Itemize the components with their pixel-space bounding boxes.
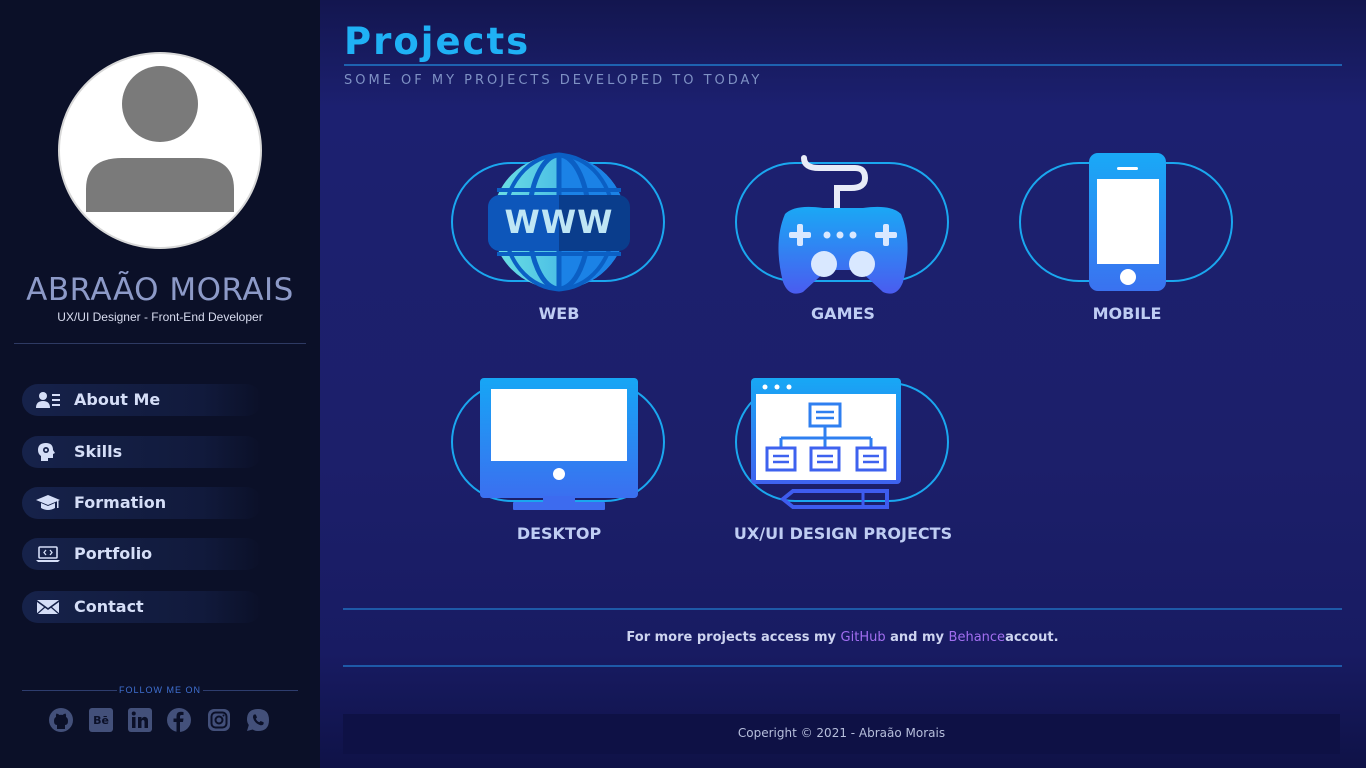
instagram-link[interactable] [206,707,232,733]
linkedin-icon [128,708,152,732]
facebook-icon [167,708,191,732]
gamepad-icon [778,155,908,294]
behance-link[interactable]: Bē [88,707,114,733]
card-label: MOBILE [1092,304,1162,323]
project-card-desktop[interactable]: DESKTOP [439,372,679,552]
smartphone-icon [1089,153,1166,291]
social-links: Bē [48,707,278,735]
card-label: UX/UI DESIGN PROJECTS [733,524,953,543]
laptop-code-icon [36,546,60,562]
page-subtitle: SOME OF MY PROJECTS DEVELOPED TO TODAY [344,73,763,88]
facebook-link[interactable] [166,707,192,733]
github-link[interactable] [48,707,74,733]
project-card-mobile[interactable]: MOBILE [1007,152,1247,332]
linkedin-link[interactable] [127,707,153,733]
main-content: Projects SOME OF MY PROJECTS DEVELOPED T… [320,0,1366,768]
nav-item-portfolio[interactable]: Portfolio [22,538,262,570]
nav-item-label: About Me [74,390,161,409]
card-label: GAMES [811,304,875,323]
more-prefix: For more projects access my [626,630,836,645]
card-label: WEB [538,304,580,323]
avatar [58,52,262,249]
nav-item-label: Formation [74,493,167,512]
copyright-text: Coperight © 2021 - Abraão Morais [737,726,946,740]
whatsapp-link[interactable] [245,707,271,733]
monitor-icon [480,378,638,510]
nav-item-formation[interactable]: Formation [22,487,262,519]
follow-me-heading: FOLLOW ME ON [22,684,298,698]
project-card-web[interactable]: WWW WEB [439,152,679,332]
sidebar-divider [14,343,306,344]
whatsapp-icon [247,709,269,731]
user-card-icon [36,392,60,408]
globe-www-icon: WWW [488,152,630,292]
svg-text:Bē: Bē [93,714,109,727]
nav-item-about-me[interactable]: About Me [22,384,262,416]
divider [343,608,1342,610]
project-card-games[interactable]: GAMES [723,152,963,332]
svg-text:WWW: WWW [505,203,614,241]
graduation-cap-icon [36,495,60,510]
behance-icon: Bē [89,708,113,732]
page-title: Projects [344,20,531,63]
instagram-icon [208,709,230,731]
user-placeholder-icon [86,66,234,212]
more-middle: and my [890,630,945,645]
footer: Coperight © 2021 - Abraão Morais [343,714,1340,754]
behance-text-link[interactable]: Behance [949,630,1006,645]
more-projects-text: For more projects access my GitHub and m… [343,630,1342,645]
title-divider [344,64,1342,66]
project-card-uxui-design[interactable]: UX/UI DESIGN PROJECTS [723,372,963,552]
nav-item-label: Contact [74,597,144,616]
envelope-icon [36,600,60,615]
profile-name: ABRAÃO MORAIS [26,272,294,308]
nav-item-skills[interactable]: Skills [22,436,262,468]
nav-item-label: Skills [74,442,123,461]
card-label: DESKTOP [516,524,602,543]
github-text-link[interactable]: GitHub [841,630,886,645]
head-gear-icon [38,443,55,461]
profile-role: UX/UI Designer - Front-End Developer [57,310,263,324]
nav-item-contact[interactable]: Contact [22,591,262,623]
more-suffix: accout. [1005,630,1059,645]
divider [343,665,1342,667]
nav-item-label: Portfolio [74,544,153,563]
sidebar: ABRAÃO MORAIS UX/UI Designer - Front-End… [0,0,320,768]
github-icon [49,708,73,732]
divider [203,690,298,691]
wireframe-icon [751,378,901,509]
